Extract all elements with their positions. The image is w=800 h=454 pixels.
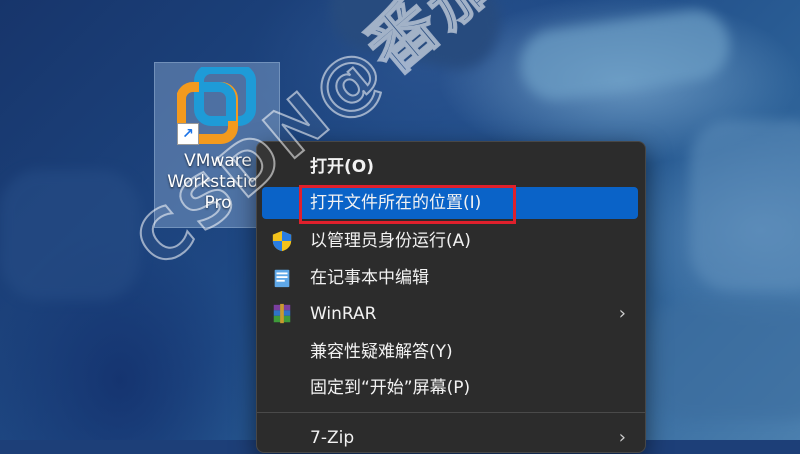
wallpaper-shape [690, 120, 800, 290]
chevron-right-icon: › [618, 427, 626, 448]
wallpaper-shape [516, 5, 734, 105]
menu-item-compatibility-troubleshoot[interactable]: 兼容性疑难解答(Y) [262, 336, 638, 368]
menu-item-run-as-admin[interactable]: 以管理员身份运行(A) [262, 225, 638, 257]
winrar-icon [273, 303, 291, 324]
menu-item-7zip[interactable]: 7-Zip › [262, 422, 638, 454]
notepad-icon [274, 269, 290, 288]
menu-item-pin-to-start[interactable]: 固定到“开始”屏幕(P) [262, 372, 638, 404]
red-annotation-box [299, 185, 516, 224]
menu-separator [257, 412, 645, 413]
wallpaper-shape [650, 300, 800, 420]
wallpaper-shape [0, 170, 140, 300]
uac-shield-icon [272, 230, 292, 252]
menu-item-winrar[interactable]: WinRAR › [262, 298, 638, 330]
chevron-right-icon: › [618, 303, 626, 324]
menu-item-edit-in-notepad[interactable]: 在记事本中编辑 [262, 262, 638, 294]
